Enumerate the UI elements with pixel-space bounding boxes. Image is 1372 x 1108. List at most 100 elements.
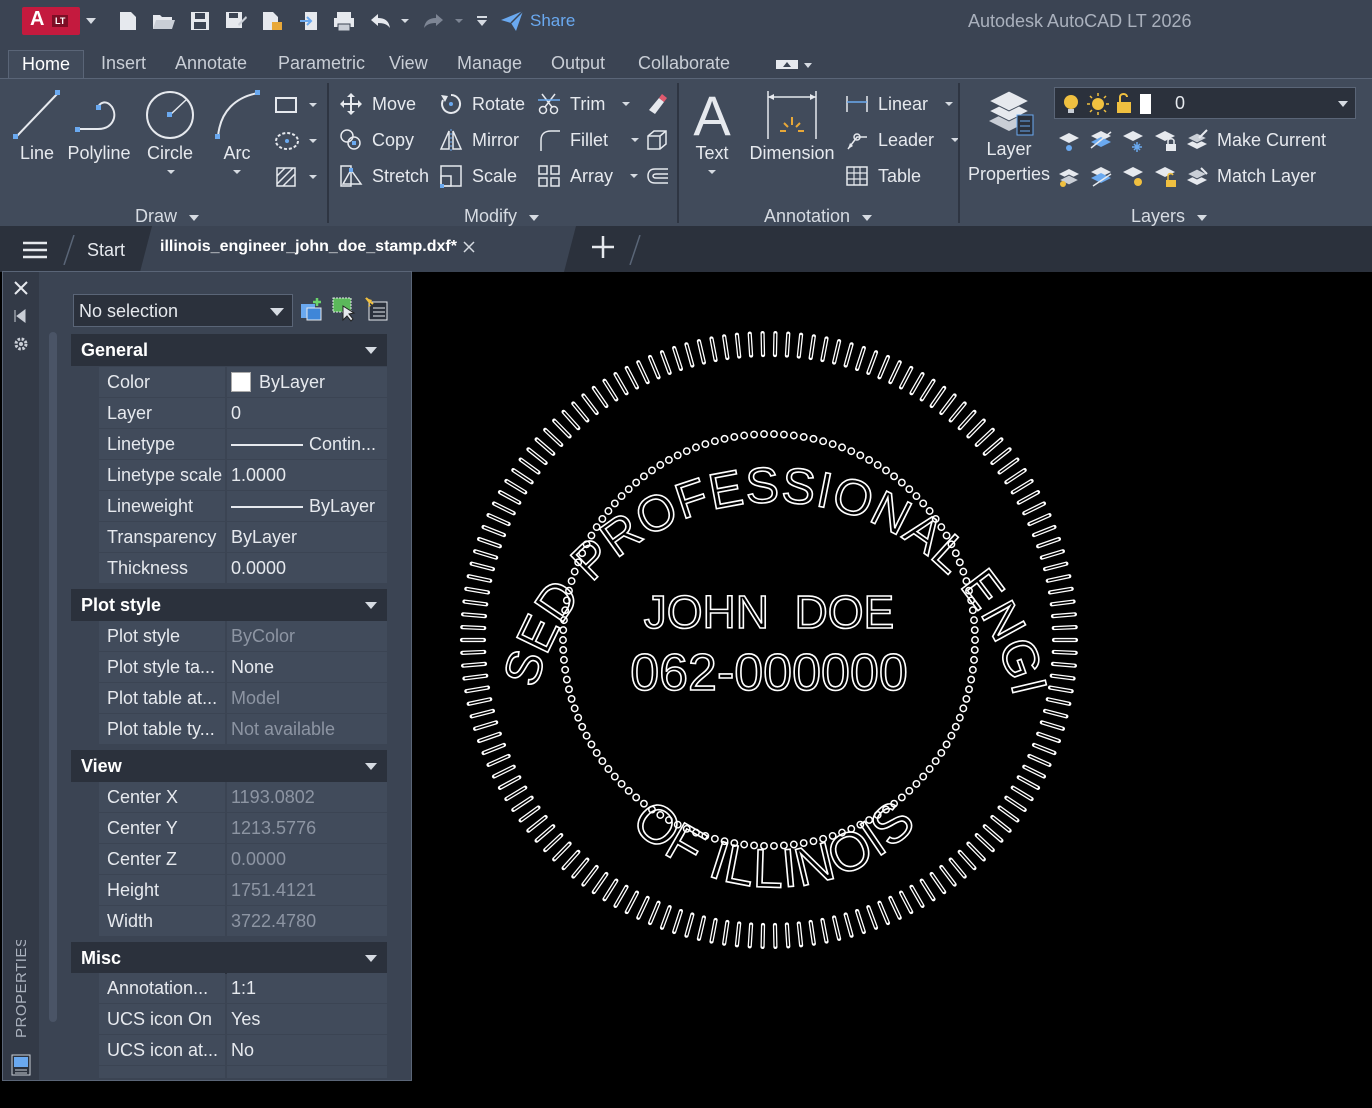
property-row[interactable]: Center Z 0.0000: [71, 844, 387, 875]
layers-panel-title[interactable]: Layers: [1131, 206, 1208, 227]
rectangle-button[interactable]: [274, 91, 318, 119]
redo-icon[interactable]: [420, 10, 448, 32]
explode-button[interactable]: [644, 126, 670, 154]
linear-dimension-button[interactable]: Linear: [844, 90, 954, 118]
table-button[interactable]: Table: [844, 162, 921, 190]
layer-isolate-icon[interactable]: [1089, 127, 1115, 153]
property-value[interactable]: ByLayer: [227, 367, 387, 397]
make-current-button[interactable]: Make Current: [1217, 130, 1326, 151]
match-layer-button[interactable]: Match Layer: [1217, 166, 1316, 187]
line-button[interactable]: Line: [8, 87, 66, 164]
select-objects-icon[interactable]: [331, 296, 357, 327]
save-icon[interactable]: [187, 10, 213, 32]
layer-unlock-icon[interactable]: [1153, 163, 1179, 189]
move-button[interactable]: Move: [338, 90, 416, 118]
property-row[interactable]: Annotation... 1:1: [71, 973, 387, 1004]
property-value[interactable]: 1.0000: [227, 460, 387, 490]
new-tab-icon[interactable]: [590, 234, 616, 267]
new-file-icon[interactable]: [114, 10, 142, 32]
property-row[interactable]: Height 1751.4121: [71, 875, 387, 906]
copy-button[interactable]: Copy: [338, 126, 414, 154]
open-from-web-icon[interactable]: [258, 10, 286, 32]
property-row[interactable]: UCS icon at... No: [71, 1035, 387, 1066]
undo-dropdown-icon[interactable]: [398, 10, 412, 32]
annotation-panel-title[interactable]: Annotation: [764, 206, 873, 227]
hatch-button[interactable]: [274, 163, 318, 191]
autohide-icon[interactable]: [13, 308, 29, 329]
tab-parametric[interactable]: Parametric: [265, 50, 378, 78]
property-row[interactable]: Thickness 0.0000: [71, 553, 387, 584]
layer-lock-icon[interactable]: [1153, 127, 1179, 153]
tab-collaborate[interactable]: Collaborate: [625, 50, 743, 78]
redo-dropdown-icon[interactable]: [452, 10, 466, 32]
category-view[interactable]: View: [71, 750, 387, 782]
property-row[interactable]: Transparency ByLayer: [71, 522, 387, 553]
property-row[interactable]: Plot style ByColor: [71, 621, 387, 652]
category-plot-style[interactable]: Plot style: [71, 589, 387, 621]
category-misc[interactable]: Misc: [71, 942, 387, 974]
ribbon-display-toggle-icon[interactable]: [776, 58, 814, 72]
application-menu-button[interactable]: A LT: [22, 7, 80, 35]
layer-on-icon[interactable]: [1057, 163, 1083, 189]
tab-annotate[interactable]: Annotate: [162, 50, 260, 78]
drawing-canvas[interactable]: LICENSED PROFESSIONAL ENGINEER OF ILLINO…: [393, 226, 1372, 1108]
modify-panel-title[interactable]: Modify: [464, 206, 540, 227]
tab-output[interactable]: Output: [538, 50, 618, 78]
tab-manage[interactable]: Manage: [444, 50, 535, 78]
property-row[interactable]: Plot table at... Model: [71, 683, 387, 714]
circle-button[interactable]: Circle: [138, 87, 202, 174]
offset-button[interactable]: [644, 162, 670, 190]
close-tab-icon[interactable]: [462, 238, 476, 259]
scale-button[interactable]: Scale: [438, 162, 517, 190]
property-row[interactable]: Center Y 1213.5776: [71, 813, 387, 844]
match-layer-icon[interactable]: [1185, 163, 1211, 189]
text-button[interactable]: A Text: [686, 87, 738, 174]
arc-button[interactable]: Arc: [208, 87, 266, 174]
property-value[interactable]: 0: [227, 398, 387, 428]
plot-icon[interactable]: [330, 10, 358, 32]
property-row[interactable]: Lineweight ByLayer: [71, 491, 387, 522]
tab-home[interactable]: Home: [8, 50, 85, 78]
dimension-button[interactable]: Dimension: [748, 87, 836, 164]
selection-dropdown[interactable]: No selection: [73, 294, 293, 327]
share-button[interactable]: Share: [500, 9, 575, 33]
property-row[interactable]: Linetype scale 1.0000: [71, 460, 387, 491]
property-value[interactable]: ByLayer: [227, 491, 387, 521]
ellipse-button[interactable]: [274, 127, 318, 155]
erase-button[interactable]: [644, 90, 670, 118]
property-value[interactable]: Yes: [227, 1004, 387, 1034]
layer-unisolate-icon[interactable]: [1089, 163, 1115, 189]
hamburger-menu-icon[interactable]: [22, 240, 48, 265]
category-general[interactable]: General: [71, 334, 387, 366]
make-current-icon[interactable]: [1185, 127, 1211, 153]
undo-icon[interactable]: [366, 10, 394, 32]
property-value[interactable]: Contin...: [227, 429, 387, 459]
draw-panel-title[interactable]: Draw: [135, 206, 200, 227]
property-row[interactable]: Width 3722.4780: [71, 906, 387, 937]
property-value[interactable]: ByLayer: [227, 522, 387, 552]
polyline-button[interactable]: Polyline: [66, 87, 132, 164]
arc-dropdown-icon[interactable]: [232, 169, 242, 175]
layer-freeze-icon[interactable]: [1121, 127, 1147, 153]
rotate-button[interactable]: Rotate: [438, 90, 525, 118]
text-dropdown-icon[interactable]: [707, 169, 717, 175]
save-as-icon[interactable]: [222, 10, 250, 32]
trim-button[interactable]: Trim: [536, 90, 631, 118]
toggle-pickadd-icon[interactable]: [299, 296, 325, 327]
save-to-web-icon[interactable]: [296, 10, 322, 32]
layer-dropdown[interactable]: 0: [1054, 87, 1356, 119]
leader-button[interactable]: Leader: [844, 126, 960, 154]
mirror-button[interactable]: Mirror: [438, 126, 519, 154]
property-value[interactable]: 0.0000: [227, 553, 387, 583]
property-row[interactable]: Color ByLayer: [71, 367, 387, 398]
array-button[interactable]: Array: [536, 162, 639, 190]
property-row[interactable]: Layer 0: [71, 398, 387, 429]
property-row[interactable]: Plot style ta... None: [71, 652, 387, 683]
circle-dropdown-icon[interactable]: [166, 169, 176, 175]
app-menu-chevron-icon[interactable]: [84, 10, 98, 32]
property-value[interactable]: 1:1: [227, 973, 387, 1003]
quick-select-icon[interactable]: [363, 296, 389, 327]
tab-view[interactable]: View: [376, 50, 441, 78]
stretch-button[interactable]: Stretch: [338, 162, 429, 190]
tab-active-drawing[interactable]: illinois_engineer_john_doe_stamp.dxf*: [140, 226, 576, 272]
